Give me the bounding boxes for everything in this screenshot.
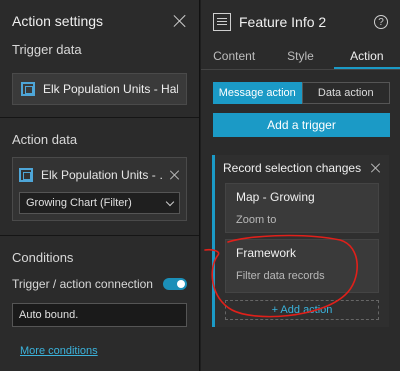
trigger-header: Record selection changes — [215, 155, 389, 175]
conditions-label: Conditions — [12, 250, 74, 265]
trigger-data-source-label: Elk Population Units - Hab… — [43, 82, 178, 96]
action-data-source-label: Elk Population Units - … — [41, 168, 164, 182]
data-action-button[interactable]: Data action — [301, 82, 390, 104]
trigger-data-source[interactable]: Elk Population Units - Hab… — [12, 73, 187, 105]
trigger-data-label: Trigger data — [12, 42, 82, 57]
add-action-button[interactable]: + Add action — [225, 300, 379, 320]
action-item-name: Map - Growing — [236, 190, 315, 204]
connection-label: Trigger / action connection — [12, 277, 153, 291]
action-type-switch: Message action Data action — [213, 82, 390, 104]
help-icon[interactable]: ? — [374, 15, 388, 29]
remove-trigger-icon[interactable] — [371, 163, 381, 173]
action-data-box: Elk Population Units - … Growing Chart (… — [12, 157, 187, 221]
divider — [0, 235, 199, 236]
add-trigger-button[interactable]: Add a trigger — [213, 113, 390, 137]
close-icon[interactable] — [173, 14, 187, 28]
trigger-title: Record selection changes — [223, 161, 362, 175]
tab-content[interactable]: Content — [201, 44, 267, 69]
remove-datasource-icon[interactable] — [170, 170, 180, 180]
action-item-description: Filter data records — [236, 270, 325, 282]
datasource-icon — [21, 82, 35, 96]
action-data-select-value: Growing Chart (Filter) — [26, 197, 132, 209]
divider — [0, 117, 199, 118]
action-item-description: Zoom to — [236, 214, 277, 226]
tab-style[interactable]: Style — [267, 44, 333, 69]
action-settings-title: Action settings — [12, 13, 104, 29]
feature-info-header: Feature Info 2 ? — [201, 0, 400, 44]
chevron-down-icon — [165, 197, 175, 206]
auto-bound-value: Auto bound. — [19, 309, 79, 321]
datasource-icon — [19, 168, 33, 182]
action-data-select[interactable]: Growing Chart (Filter) — [19, 192, 180, 214]
auto-bound-field[interactable]: Auto bound. — [12, 303, 187, 327]
action-item[interactable]: Map - Growing Zoom to — [225, 183, 379, 233]
feature-info-widget-icon — [213, 13, 231, 31]
action-data-label: Action data — [12, 132, 78, 147]
connection-row: Trigger / action connection — [0, 277, 199, 291]
action-settings-panel: Action settings Trigger data Elk Populat… — [0, 0, 200, 371]
trigger-card: Record selection changes Map - Growing Z… — [212, 155, 389, 327]
settings-tabs: Content Style Action — [201, 44, 400, 70]
connection-toggle[interactable] — [163, 278, 187, 290]
message-action-button[interactable]: Message action — [213, 82, 302, 104]
more-conditions-link[interactable]: More conditions — [0, 345, 199, 357]
tab-action[interactable]: Action — [333, 44, 400, 69]
feature-info-title: Feature Info 2 — [239, 14, 327, 30]
action-item[interactable]: Framework Filter data records — [225, 239, 379, 293]
action-settings-header: Action settings — [0, 0, 199, 42]
action-item-name: Framework — [236, 246, 297, 260]
